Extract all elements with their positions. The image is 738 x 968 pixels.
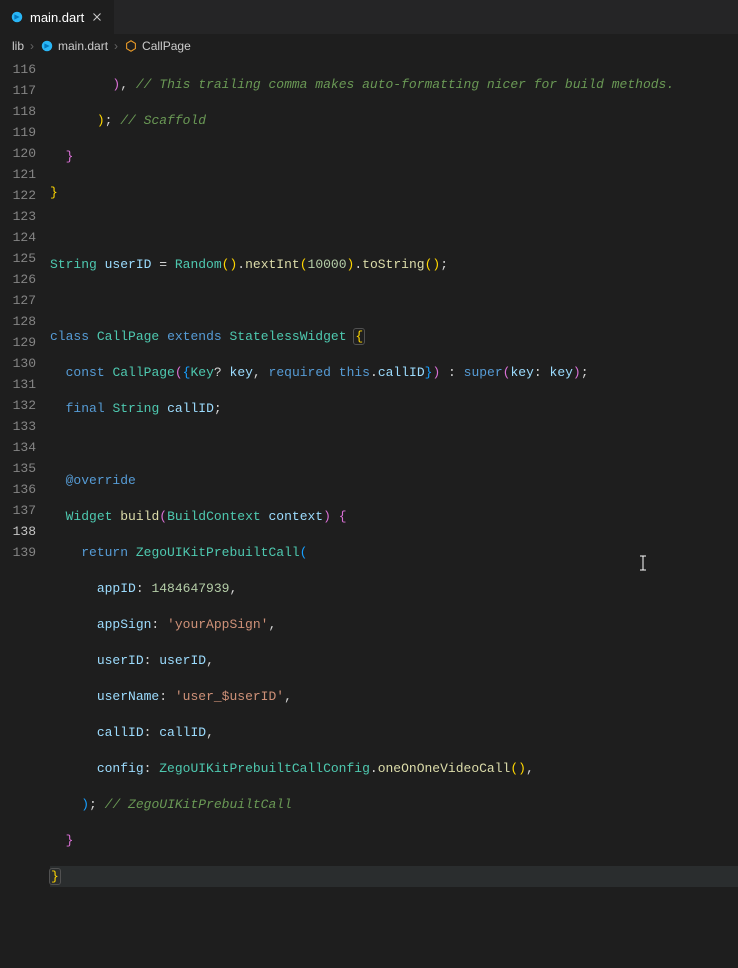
breadcrumb-label: CallPage: [142, 39, 191, 53]
tab-bar: main.dart: [0, 0, 738, 35]
line-number: 125: [0, 248, 50, 269]
line-number: 118: [0, 101, 50, 122]
line-number: 136: [0, 479, 50, 500]
breadcrumb-folder[interactable]: lib: [12, 39, 24, 53]
line-number: 133: [0, 416, 50, 437]
line-number: 117: [0, 80, 50, 101]
line-number: 124: [0, 227, 50, 248]
editor-tab[interactable]: main.dart: [0, 0, 114, 34]
line-number: 139: [0, 542, 50, 563]
line-number: 127: [0, 290, 50, 311]
line-number: 132: [0, 395, 50, 416]
breadcrumb-label: lib: [12, 39, 24, 53]
line-number: 123: [0, 206, 50, 227]
chevron-right-icon: ›: [28, 39, 36, 53]
line-number: 131: [0, 374, 50, 395]
class-icon: [124, 39, 138, 53]
line-number: 137: [0, 500, 50, 521]
chevron-right-icon: ›: [112, 39, 120, 53]
line-number: 135: [0, 458, 50, 479]
breadcrumb-file[interactable]: main.dart: [40, 39, 108, 53]
line-number: 128: [0, 311, 50, 332]
line-number: 134: [0, 437, 50, 458]
tab-filename: main.dart: [30, 10, 84, 25]
breadcrumb-symbol[interactable]: CallPage: [124, 39, 191, 53]
line-number: 138: [0, 521, 50, 542]
line-number: 130: [0, 353, 50, 374]
close-icon[interactable]: [90, 10, 104, 24]
line-number-gutter: 1161171181191201211221231241251261271281…: [0, 57, 50, 559]
line-number: 126: [0, 269, 50, 290]
code-content[interactable]: ), // This trailing comma makes auto-for…: [50, 57, 738, 559]
breadcrumbs[interactable]: lib › main.dart › CallPage: [0, 35, 738, 57]
breadcrumb-label: main.dart: [58, 39, 108, 53]
line-number: 116: [0, 59, 50, 80]
line-number: 121: [0, 164, 50, 185]
line-number: 129: [0, 332, 50, 353]
code-editor[interactable]: 1161171181191201211221231241251261271281…: [0, 57, 738, 559]
dart-file-icon: [40, 39, 54, 53]
line-number: 120: [0, 143, 50, 164]
dart-file-icon: [10, 10, 24, 24]
line-number: 122: [0, 185, 50, 206]
line-number: 119: [0, 122, 50, 143]
